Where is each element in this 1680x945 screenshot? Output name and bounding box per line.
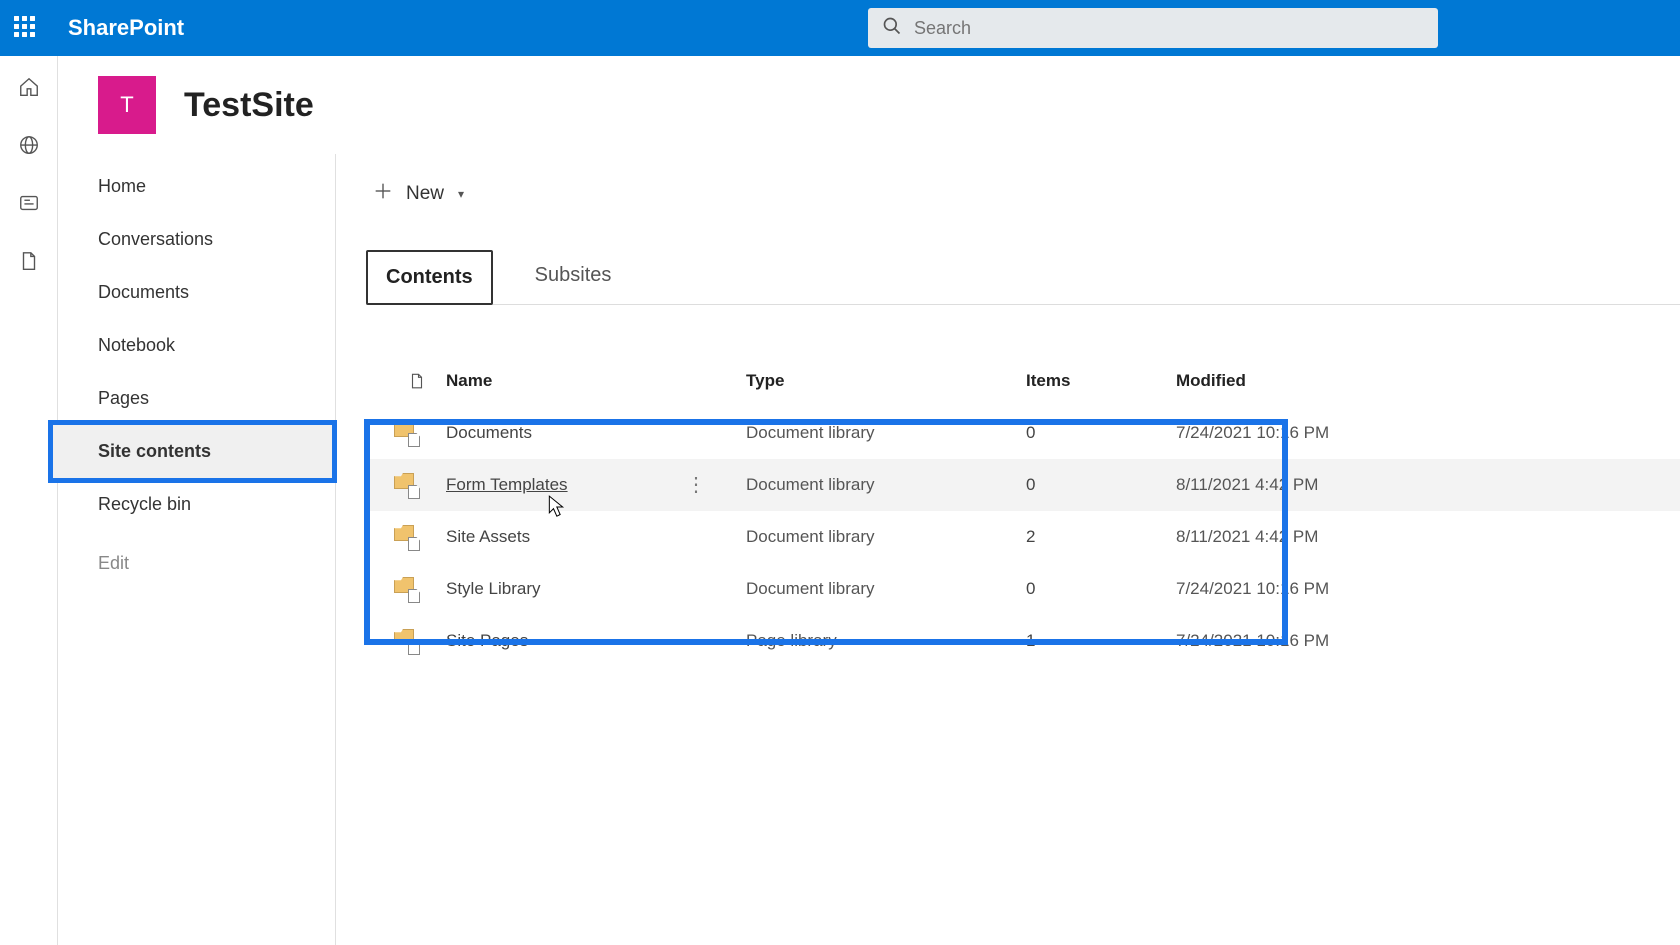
table-row[interactable]: Site Pages Page library 1 7/24/2021 10:1… <box>366 615 1680 667</box>
nav-site-contents[interactable]: Site contents <box>48 420 337 483</box>
header-name[interactable]: Name <box>446 371 746 391</box>
header-modified[interactable]: Modified <box>1176 371 1476 391</box>
row-modified: 8/11/2021 4:42 PM <box>1176 527 1476 547</box>
file-icon[interactable] <box>18 250 40 272</box>
row-type: Document library <box>746 475 1026 495</box>
library-icon <box>366 525 446 549</box>
row-modified: 7/24/2021 10:16 PM <box>1176 579 1476 599</box>
nav-recycle-bin[interactable]: Recycle bin <box>58 478 335 531</box>
search-input[interactable] <box>914 18 1424 39</box>
site-header: T TestSite <box>58 56 1680 154</box>
nav-conversations[interactable]: Conversations <box>58 213 335 266</box>
table-row[interactable]: Site Assets Document library 2 8/11/2021… <box>366 511 1680 563</box>
row-type: Page library <box>746 631 1026 651</box>
library-icon <box>366 577 446 601</box>
row-modified: 8/11/2021 4:42 PM <box>1176 475 1476 495</box>
tab-subsites[interactable]: Subsites <box>517 250 630 304</box>
nav-notebook[interactable]: Notebook <box>58 319 335 372</box>
row-name[interactable]: Form Templates <box>446 475 568 495</box>
row-items: 0 <box>1026 475 1176 495</box>
table-row[interactable]: Form Templates ⋮ Document library 0 8/11… <box>366 459 1680 511</box>
row-name[interactable]: Documents <box>446 423 532 443</box>
tabs: Contents Subsites <box>366 250 1680 305</box>
new-button-label: New <box>406 183 444 205</box>
site-logo[interactable]: T <box>98 76 156 134</box>
row-type: Document library <box>746 579 1026 599</box>
header-type[interactable]: Type <box>746 371 1026 391</box>
row-items: 2 <box>1026 527 1176 547</box>
news-icon[interactable] <box>18 192 40 214</box>
library-icon <box>366 473 446 497</box>
row-name[interactable]: Style Library <box>446 579 540 599</box>
table-header: Name Type Items Modified <box>366 355 1680 407</box>
row-modified: 7/24/2021 10:16 PM <box>1176 423 1476 443</box>
library-icon <box>366 629 446 653</box>
app-launcher-icon[interactable] <box>12 14 40 42</box>
row-items: 0 <box>1026 579 1176 599</box>
row-modified: 7/24/2021 10:16 PM <box>1176 631 1476 651</box>
plus-icon <box>372 180 394 208</box>
chevron-down-icon: ▾ <box>458 187 464 201</box>
table-row[interactable]: Style Library Document library 0 7/24/20… <box>366 563 1680 615</box>
library-icon <box>366 421 446 445</box>
header-icon <box>366 370 446 392</box>
search-box[interactable] <box>868 8 1438 48</box>
globe-icon[interactable] <box>18 134 40 156</box>
main-area: New ▾ Contents Subsites Name Type Items … <box>336 154 1680 945</box>
left-rail <box>0 56 58 945</box>
contents-table: Name Type Items Modified Documents Docum… <box>366 355 1680 667</box>
command-bar: New ▾ <box>366 166 1680 234</box>
nav-pages[interactable]: Pages <box>58 372 335 425</box>
suite-bar: SharePoint <box>0 0 1680 56</box>
tab-contents[interactable]: Contents <box>366 250 493 305</box>
brand-title[interactable]: SharePoint <box>68 15 184 41</box>
row-name[interactable]: Site Pages <box>446 631 528 651</box>
site-title[interactable]: TestSite <box>184 86 314 125</box>
search-container <box>868 8 1438 48</box>
table-row[interactable]: Documents Document library 0 7/24/2021 1… <box>366 407 1680 459</box>
row-items: 0 <box>1026 423 1176 443</box>
nav-edit[interactable]: Edit <box>58 537 335 590</box>
search-icon <box>882 16 902 41</box>
nav-documents[interactable]: Documents <box>58 266 335 319</box>
nav-home[interactable]: Home <box>58 160 335 213</box>
left-nav: Home Conversations Documents Notebook Pa… <box>58 154 336 945</box>
header-items[interactable]: Items <box>1026 371 1176 391</box>
row-type: Document library <box>746 423 1026 443</box>
row-type: Document library <box>746 527 1026 547</box>
row-name[interactable]: Site Assets <box>446 527 530 547</box>
home-icon[interactable] <box>18 76 40 98</box>
more-icon[interactable]: ⋮ <box>686 475 706 495</box>
new-button[interactable]: New ▾ <box>366 174 470 214</box>
row-items: 1 <box>1026 631 1176 651</box>
